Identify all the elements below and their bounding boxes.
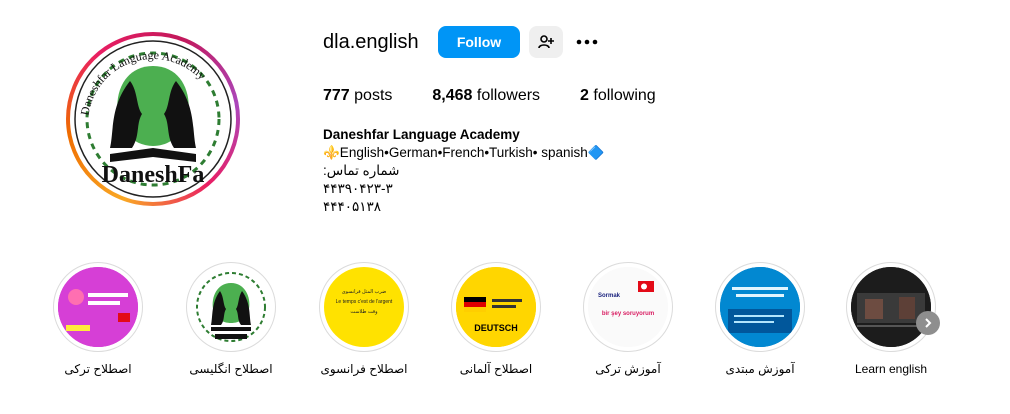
- academy-logo: DaneshFa Daneshfar Language Academy: [74, 40, 232, 198]
- suggest-accounts-button[interactable]: [529, 26, 563, 58]
- thumb-text: ضرب المثل فرانسوی: [341, 289, 387, 295]
- more-options-button[interactable]: [574, 26, 600, 58]
- avatar-image: DaneshFa Daneshfar Language Academy: [70, 36, 236, 202]
- highlight-label: اصطلاح ترکی: [64, 362, 132, 376]
- highlight-ring: [846, 262, 936, 352]
- thumb-text: DEUTSCH: [474, 323, 518, 333]
- followers-stat[interactable]: 8,468 followers: [432, 87, 540, 105]
- highlight-item[interactable]: DEUTSCH اصطلاح آلمانی: [446, 262, 546, 376]
- highlight-label: اصطلاح آلمانی: [459, 362, 533, 376]
- highlights-next-button[interactable]: [916, 311, 940, 335]
- highlight-label: Learn english: [854, 362, 928, 376]
- highlight-item[interactable]: Sormak bir şey soruyorum آموزش ترکی: [578, 262, 678, 376]
- highlight-item[interactable]: اصطلاح انگلیسی: [181, 262, 281, 376]
- more-horizontal-icon: [576, 39, 598, 45]
- person-add-icon: [538, 35, 554, 49]
- thumb-text: وقت طلاست: [350, 309, 378, 315]
- chevron-right-icon: [925, 318, 932, 328]
- thumb-text: bir şey soruyorum: [601, 311, 655, 317]
- highlight-item[interactable]: آموزش مبتدی: [710, 262, 810, 376]
- following-stat[interactable]: 2 following: [580, 87, 656, 105]
- highlight-ring: [186, 262, 276, 352]
- thumb-text: Sormak: [598, 293, 621, 299]
- highlight-item[interactable]: اصطلاح ترکی: [48, 262, 148, 376]
- french-idioms-thumbnail: ضرب المثل فرانسوی Le temps c'est de l'ar…: [324, 267, 404, 347]
- highlight-label: اصطلاح فرانسوی: [320, 362, 408, 376]
- bio-phone-1: ۴۴۳۹۰۴۲۳-۳: [323, 181, 393, 196]
- turkish-lesson-thumbnail: Sormak bir şey soruyorum: [588, 267, 668, 347]
- profile-username: dla.english: [323, 31, 419, 53]
- beginner-lesson-thumbnail: [720, 267, 800, 347]
- bio-name: Daneshfar Language Academy: [323, 127, 520, 142]
- turkish-idioms-thumbnail: [58, 267, 138, 347]
- learn-english-thumbnail: [851, 267, 931, 347]
- highlight-ring: Sormak bir şey soruyorum: [583, 262, 673, 352]
- profile-avatar[interactable]: DaneshFa Daneshfar Language Academy: [66, 32, 240, 206]
- thumb-text: Le temps c'est de l'argent: [335, 299, 393, 305]
- posts-stat: 777 posts: [323, 87, 393, 104]
- highlight-ring: ضرب المثل فرانسوی Le temps c'est de l'ar…: [319, 262, 409, 352]
- highlight-label: اصطلاح انگلیسی: [189, 362, 273, 376]
- highlight-ring: [715, 262, 805, 352]
- german-idioms-thumbnail: DEUTSCH: [456, 267, 536, 347]
- highlight-ring: [53, 262, 143, 352]
- bio-contact-label: شماره تماس:: [323, 163, 400, 178]
- academy-logo-thumbnail: [191, 267, 271, 347]
- highlight-item[interactable]: ضرب المثل فرانسوی Le temps c'est de l'ar…: [314, 262, 414, 376]
- svg-text:DaneshFa: DaneshFa: [102, 162, 205, 188]
- profile-bio: Daneshfar Language Academy ⚜️English•Ger…: [323, 126, 605, 216]
- bio-languages: ⚜️English•German•French•Turkish• spanish…: [323, 145, 605, 160]
- highlight-label: آموزش ترکی: [595, 362, 661, 376]
- profile-stats: 777 posts 8,468 followers 2 following: [323, 87, 656, 105]
- highlight-ring: DEUTSCH: [451, 262, 541, 352]
- highlight-label: آموزش مبتدی: [725, 362, 795, 376]
- bio-phone-2: ۴۴۴۰۵۱۳۸: [323, 199, 382, 214]
- follow-button[interactable]: Follow: [438, 26, 520, 58]
